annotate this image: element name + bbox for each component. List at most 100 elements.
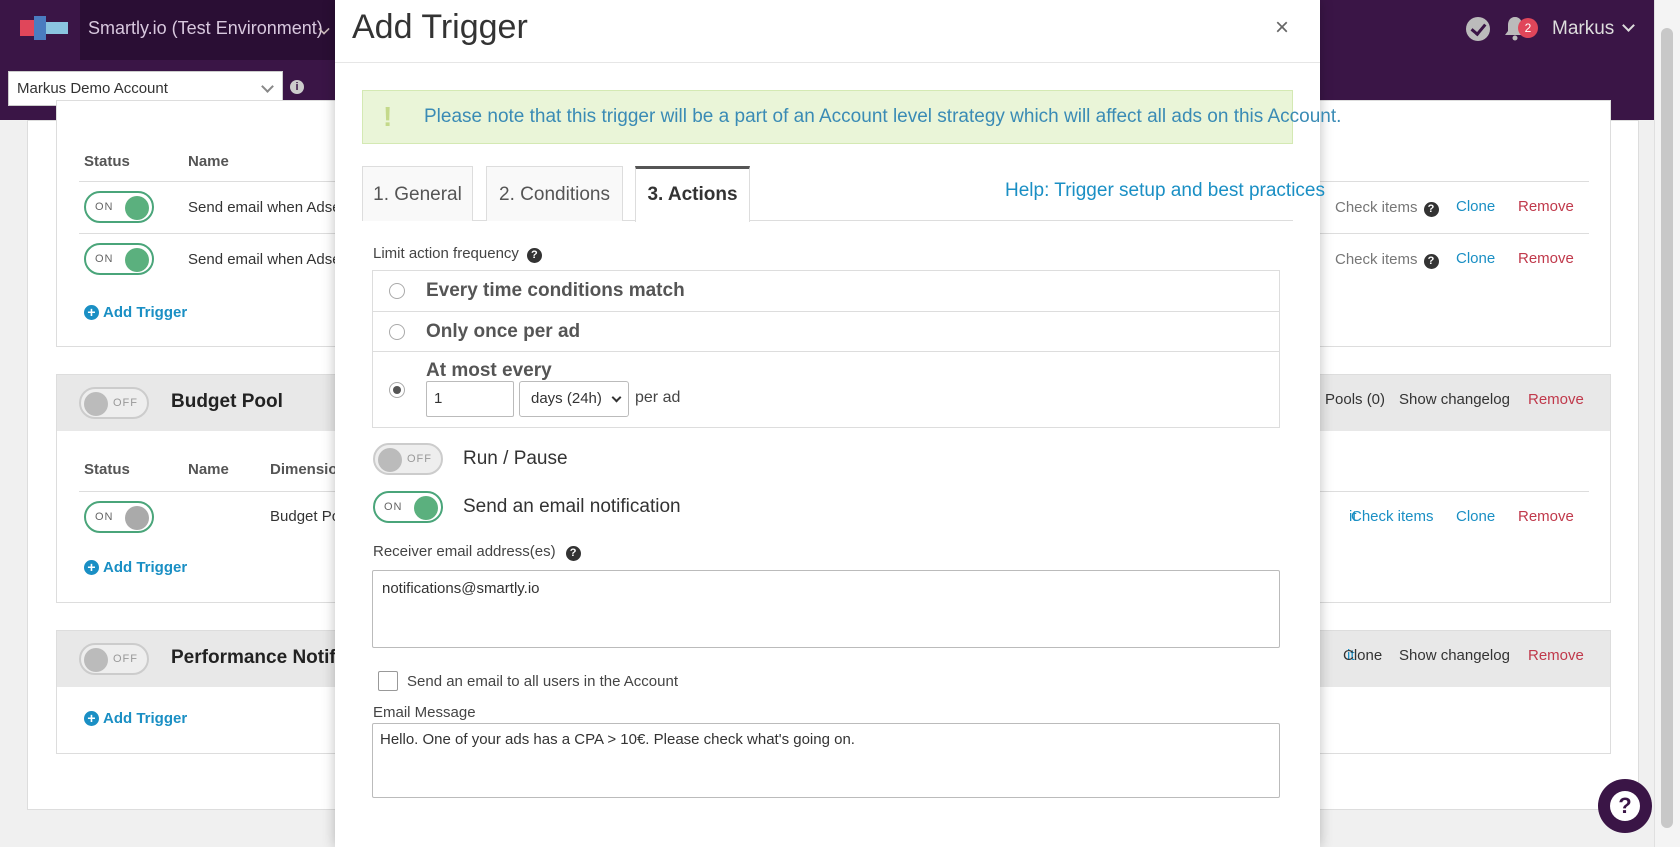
radio-once-per-ad[interactable]	[389, 324, 405, 340]
toggle-knob	[125, 248, 149, 272]
plus-icon: +	[84, 560, 99, 575]
account-select-value: Markus Demo Account	[17, 80, 168, 97]
trigger-name: Send email when Adse	[188, 251, 341, 268]
add-trigger-button[interactable]: + Add Trigger	[84, 559, 187, 576]
toggle-label: OFF	[113, 653, 138, 665]
per-ad-label: per ad	[635, 389, 681, 406]
run-pause-toggle[interactable]: OFF	[373, 443, 443, 475]
remove-strategy-link[interactable]: Remove	[1528, 391, 1584, 408]
check-items-label: Check items?	[1335, 251, 1439, 269]
chevron-down-icon	[611, 392, 622, 403]
column-status: Status	[84, 153, 130, 170]
trigger-toggle[interactable]: ON	[84, 501, 154, 533]
tab-general[interactable]: 1. General	[362, 166, 473, 221]
column-name: Name	[188, 153, 229, 170]
help-icon[interactable]: ?	[526, 248, 542, 263]
chevron-down-icon	[261, 80, 274, 93]
trigger-name: Send email when Adse	[188, 199, 341, 216]
option-every-time[interactable]: Every time conditions match	[373, 271, 1279, 312]
show-changelog-link[interactable]: Show changelog	[1399, 391, 1510, 408]
trigger-toggle[interactable]: ON	[84, 191, 154, 223]
email-message-label: Email Message	[373, 704, 476, 721]
add-trigger-modal: Add Trigger × ! Please note that this tr…	[335, 0, 1341, 847]
trigger-toggle[interactable]: ON	[84, 243, 154, 275]
info-icon[interactable]: i	[290, 80, 304, 94]
check-items-link[interactable]: Check items	[1351, 508, 1434, 525]
check-items-text: Check items	[1335, 199, 1418, 216]
clone-link[interactable]: Clone	[1456, 198, 1495, 215]
add-trigger-button[interactable]: + Add Trigger	[84, 710, 187, 727]
toggle-label: OFF	[407, 453, 432, 465]
environment-switcher[interactable]: Smartly.io (Test Environment)	[80, 0, 335, 60]
tab-actions[interactable]: 3. Actions	[635, 166, 750, 222]
limit-frequency-text: Limit action frequency	[373, 245, 519, 262]
help-icon[interactable]: ?	[1423, 202, 1439, 217]
divider	[335, 62, 1320, 63]
email-notification-label: Send an email notification	[463, 496, 681, 517]
pools-link[interactable]: Pools (0)	[1325, 391, 1385, 408]
column-dimension: Dimensio	[270, 461, 338, 478]
add-trigger-label: Add Trigger	[103, 559, 188, 576]
exclamation-icon: !	[383, 101, 393, 132]
remove-link[interactable]: Remove	[1518, 250, 1574, 267]
show-changelog-link[interactable]: Show changelog	[1399, 647, 1510, 664]
toggle-knob	[125, 196, 149, 220]
frequency-unit-value: days (24h)	[531, 390, 602, 407]
radio-every-time[interactable]	[389, 283, 405, 299]
environment-name: Smartly.io (Test Environment)	[88, 18, 323, 38]
toggle-knob	[414, 496, 438, 520]
toggle-label: ON	[95, 511, 114, 523]
help-trigger-setup-link[interactable]: Help: Trigger setup and best practices	[1005, 180, 1325, 202]
receiver-email-text: Receiver email address(es)	[373, 543, 556, 560]
toggle-label: ON	[95, 201, 114, 213]
email-message-field[interactable]: Hello. One of your ads has a CPA > 10€. …	[372, 723, 1280, 798]
check-items-text: Check items	[1335, 251, 1418, 268]
alert-text: Please note that this trigger will be a …	[424, 106, 1342, 127]
option-once-per-ad[interactable]: Only once per ad	[373, 312, 1279, 352]
close-icon[interactable]: ×	[1275, 14, 1289, 42]
scrollbar-thumb[interactable]	[1661, 28, 1673, 828]
help-chat-button[interactable]: ?	[1598, 779, 1652, 833]
panel-title: Budget Pool	[171, 391, 283, 412]
user-name: Markus	[1552, 18, 1615, 39]
plus-icon: +	[84, 711, 99, 726]
all-users-label: Send an email to all users in the Accoun…	[407, 673, 678, 690]
toggle-knob	[84, 392, 108, 416]
add-trigger-button[interactable]: + Add Trigger	[84, 304, 187, 321]
panel-title: Performance Notifica	[171, 647, 363, 668]
remove-strategy-link[interactable]: Remove	[1528, 647, 1584, 664]
strategy-toggle[interactable]: OFF	[79, 387, 149, 419]
receiver-email-field[interactable]: notifications@smartly.io	[372, 570, 1280, 648]
frequency-unit-select[interactable]: days (24h)	[519, 381, 629, 417]
add-trigger-label: Add Trigger	[103, 304, 188, 321]
remove-link[interactable]: Remove	[1518, 198, 1574, 215]
help-icon[interactable]: ?	[1423, 254, 1439, 269]
column-name: Name	[188, 461, 229, 478]
remove-link[interactable]: Remove	[1518, 508, 1574, 525]
radio-at-most-every[interactable]	[389, 382, 405, 398]
help-icon[interactable]: ?	[565, 546, 581, 561]
toggle-knob	[125, 506, 149, 530]
account-level-alert: ! Please note that this trigger will be …	[362, 90, 1341, 144]
clone-link[interactable]: Clone	[1343, 647, 1382, 664]
modal-title: Add Trigger	[352, 8, 528, 46]
toggle-label: ON	[384, 501, 403, 513]
run-pause-label: Run / Pause	[463, 448, 568, 469]
strategy-toggle[interactable]: OFF	[79, 643, 149, 675]
tab-conditions[interactable]: 2. Conditions	[486, 166, 623, 221]
all-users-checkbox[interactable]	[378, 671, 398, 691]
user-menu[interactable]: Markus	[1552, 0, 1636, 58]
clone-link[interactable]: Clone	[1456, 508, 1495, 525]
question-icon: ?	[1610, 791, 1640, 821]
clone-link[interactable]: Clone	[1456, 250, 1495, 267]
smartly-logo[interactable]	[20, 16, 68, 40]
notification-badge: 2	[1518, 18, 1538, 38]
toggle-knob	[84, 648, 108, 672]
toggle-knob	[378, 448, 402, 472]
email-notification-toggle[interactable]: ON	[373, 491, 443, 523]
frequency-number-input[interactable]: 1	[426, 381, 514, 417]
modal-tabs: 1. General 2. Conditions 3. Actions Help…	[362, 166, 1325, 222]
tasks-check-icon[interactable]	[1466, 17, 1490, 41]
chevron-down-icon	[1622, 19, 1636, 32]
option-label: At most every	[426, 360, 552, 381]
